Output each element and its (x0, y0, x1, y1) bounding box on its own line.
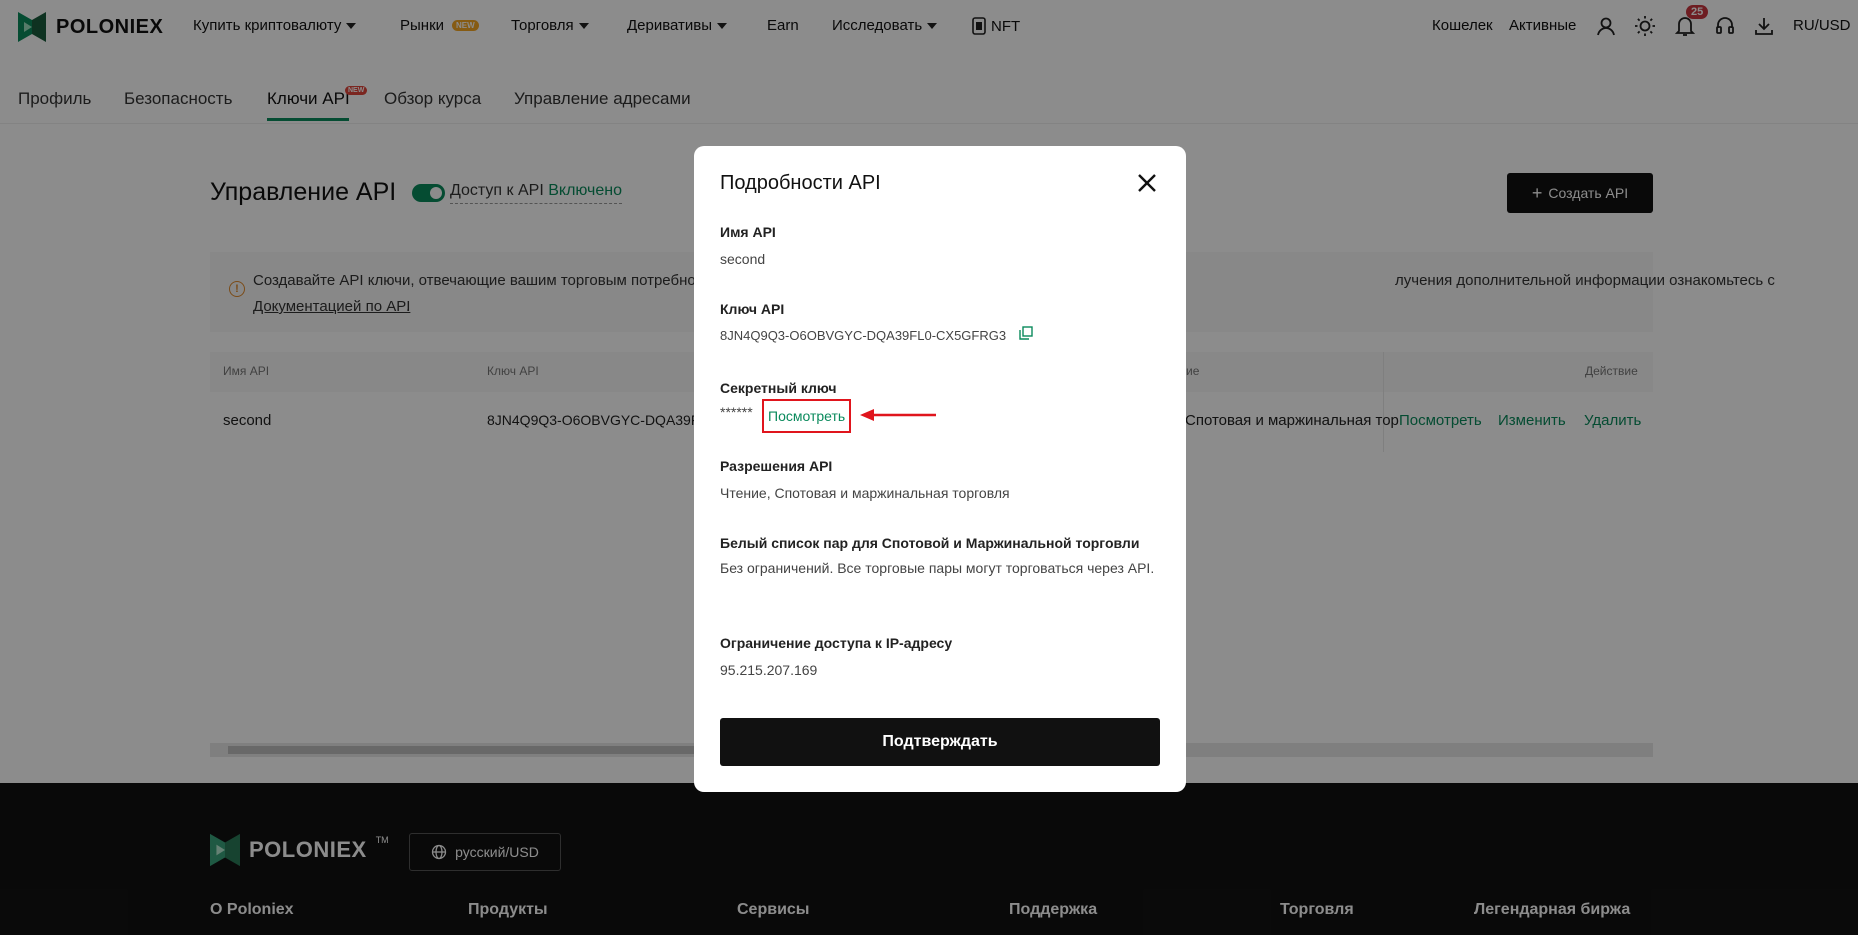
secret-key-masked: ****** (720, 404, 753, 420)
api-key-label: Ключ API (720, 301, 785, 317)
ip-restriction-label: Ограничение доступа к IP-адресу (720, 635, 953, 651)
ip-restriction-value: 95.215.207.169 (720, 662, 818, 678)
arrow-left-icon (860, 409, 936, 421)
api-name-label: Имя API (720, 224, 776, 240)
permissions-label: Разрешения API (720, 458, 833, 474)
secret-key-label: Секретный ключ (720, 380, 837, 396)
confirm-button[interactable]: Подтверждать (720, 718, 1160, 766)
whitelist-value: Без ограничений. Все торговые пары могут… (720, 560, 1155, 576)
copy-icon[interactable] (1019, 326, 1033, 340)
api-key-value: 8JN4Q9Q3-O6OBVGYC-DQA39FL0-CX5GFRG3 (720, 328, 1007, 343)
api-name-value: second (720, 251, 766, 267)
permissions-value: Чтение, Спотовая и маржинальная торговля (720, 485, 1010, 501)
api-details-modal: Подробности API Имя API second Ключ API … (694, 146, 1186, 792)
modal-title: Подробности API (720, 172, 881, 194)
close-icon[interactable] (1136, 172, 1158, 194)
whitelist-label: Белый список пар для Спотовой и Маржинал… (720, 535, 1140, 551)
highlight-annotation-box (762, 399, 851, 433)
